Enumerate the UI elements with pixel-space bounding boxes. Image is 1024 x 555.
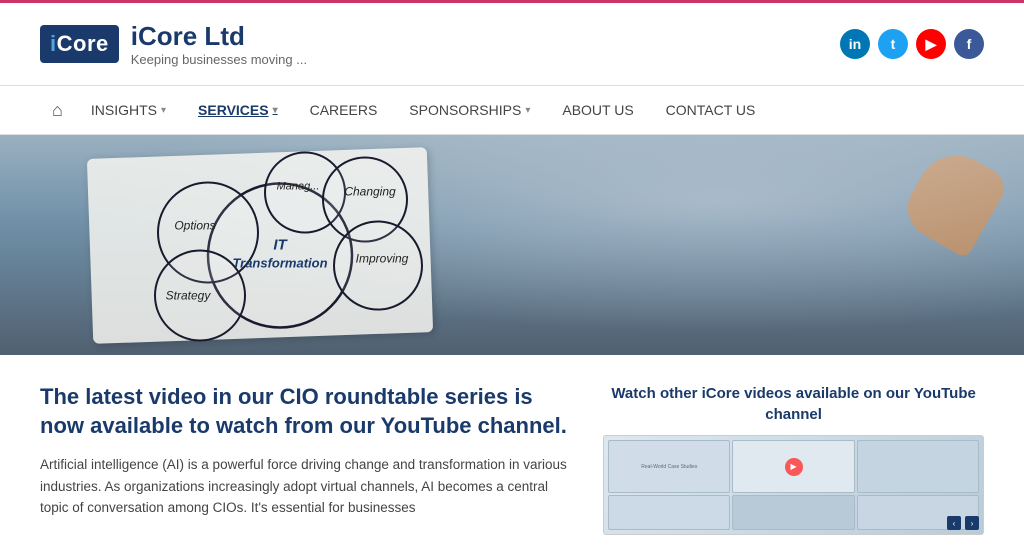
it-transformation-diagram: IT Transformation Options Strategy Manag… bbox=[70, 145, 470, 350]
thumb-cell-4 bbox=[608, 495, 730, 530]
thumb-cell-5 bbox=[732, 495, 854, 530]
logo-area: iCore iCore Ltd Keeping businesses movin… bbox=[40, 21, 307, 67]
nav-item-sponsorships[interactable]: SPONSORSHIPS ▾ bbox=[393, 86, 546, 134]
thumbnail-grid: Real-World Case Studies ▶ bbox=[604, 436, 983, 534]
site-header: iCore iCore Ltd Keeping businesses movin… bbox=[0, 3, 1024, 85]
thumb-cell-1: Real-World Case Studies bbox=[608, 440, 730, 493]
svg-text:Changing: Changing bbox=[344, 185, 396, 199]
nav-item-home[interactable]: ⌂ bbox=[40, 100, 75, 121]
svg-text:Strategy: Strategy bbox=[166, 289, 212, 303]
dropdown-arrow-sponsorships: ▾ bbox=[525, 105, 530, 116]
home-icon[interactable]: ⌂ bbox=[40, 84, 75, 136]
content-section: The latest video in our CIO roundtable s… bbox=[0, 355, 1024, 555]
thumb-cell-play[interactable]: ▶ bbox=[732, 440, 854, 493]
nav-item-contact[interactable]: CONTACT US bbox=[650, 86, 772, 134]
linkedin-icon[interactable]: in bbox=[840, 29, 870, 59]
facebook-icon[interactable]: f bbox=[954, 29, 984, 59]
content-body: Artificial intelligence (AI) is a powerf… bbox=[40, 454, 573, 519]
main-nav: ⌂ INSIGHTS ▾ SERVICES ▾ CAREERS SPONSORS… bbox=[0, 85, 1024, 135]
site-title: iCore Ltd bbox=[131, 21, 307, 52]
dropdown-arrow-insights: ▾ bbox=[161, 105, 166, 116]
site-subtitle: Keeping businesses moving ... bbox=[131, 52, 307, 67]
nav-link-about[interactable]: ABOUT US bbox=[546, 86, 649, 134]
youtube-icon[interactable]: ▶ bbox=[916, 29, 946, 59]
logo-text: iCore Ltd Keeping businesses moving ... bbox=[131, 21, 307, 67]
main-content: The latest video in our CIO roundtable s… bbox=[40, 383, 573, 535]
play-button[interactable]: ▶ bbox=[785, 458, 803, 476]
sidebar-content: Watch other iCore videos available on ou… bbox=[603, 383, 984, 535]
nav-item-careers[interactable]: CAREERS bbox=[294, 86, 394, 134]
nav-item-insights[interactable]: INSIGHTS ▾ bbox=[75, 86, 182, 134]
prev-button[interactable]: ‹ bbox=[947, 516, 961, 530]
dropdown-arrow-services: ▾ bbox=[273, 105, 278, 116]
thumb-cell-3 bbox=[857, 440, 979, 493]
nav-link-sponsorships[interactable]: SPONSORSHIPS ▾ bbox=[393, 86, 546, 134]
svg-text:Manag...: Manag... bbox=[277, 181, 320, 193]
next-button[interactable]: › bbox=[965, 516, 979, 530]
nav-link-insights[interactable]: INSIGHTS ▾ bbox=[75, 86, 182, 134]
nav-item-services[interactable]: SERVICES ▾ bbox=[182, 86, 294, 134]
hero-section: IT Transformation Options Strategy Manag… bbox=[0, 135, 1024, 355]
nav-link-services[interactable]: SERVICES ▾ bbox=[182, 86, 294, 134]
nav-link-careers[interactable]: CAREERS bbox=[294, 86, 394, 134]
svg-text:Improving: Improving bbox=[356, 252, 409, 266]
social-icons-group: in t ▶ f bbox=[840, 29, 984, 59]
content-heading: The latest video in our CIO roundtable s… bbox=[40, 383, 573, 440]
video-thumbnail[interactable]: Real-World Case Studies ▶ ‹ › bbox=[603, 435, 984, 535]
svg-text:Transformation: Transformation bbox=[232, 256, 327, 271]
nav-link-contact[interactable]: CONTACT US bbox=[650, 86, 772, 134]
nav-item-about[interactable]: ABOUT US bbox=[546, 86, 649, 134]
svg-text:IT: IT bbox=[273, 237, 288, 254]
svg-text:Options: Options bbox=[174, 219, 215, 233]
sidebar-heading: Watch other iCore videos available on ou… bbox=[603, 383, 984, 425]
twitter-icon[interactable]: t bbox=[878, 29, 908, 59]
logo-icon[interactable]: iCore bbox=[40, 25, 119, 63]
arrow-navigation: ‹ › bbox=[947, 516, 979, 530]
